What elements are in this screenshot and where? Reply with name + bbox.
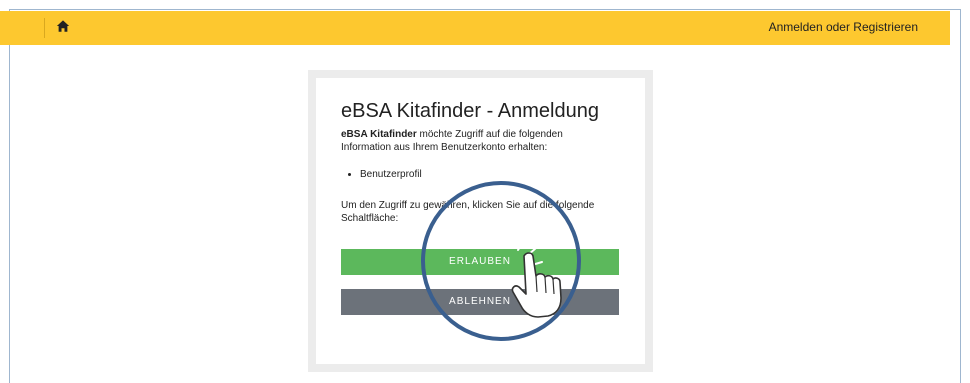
top-navigation-bar: Anmelden oder Registrieren (0, 11, 950, 45)
consent-intro: eBSA Kitafinder möchte Zugriff auf die f… (341, 128, 611, 154)
login-register-link[interactable]: Anmelden oder Registrieren (769, 20, 918, 34)
consent-hint: Um den Zugriff zu gewähren, klicken Sie … (341, 200, 595, 224)
app-name: eBSA Kitafinder (341, 129, 417, 140)
home-icon[interactable] (56, 19, 72, 35)
deny-button[interactable]: ABLEHNEN (341, 289, 619, 315)
consent-card: eBSA Kitafinder - Anmeldung eBSA Kitafin… (316, 78, 645, 364)
page-title: eBSA Kitafinder - Anmeldung (341, 100, 599, 122)
scope-list: Benutzerprofil (341, 168, 422, 181)
nav-separator (44, 18, 45, 38)
scope-item: Benutzerprofil (360, 168, 422, 181)
allow-button[interactable]: ERLAUBEN (341, 249, 619, 275)
consent-card-border: eBSA Kitafinder - Anmeldung eBSA Kitafin… (308, 70, 653, 372)
